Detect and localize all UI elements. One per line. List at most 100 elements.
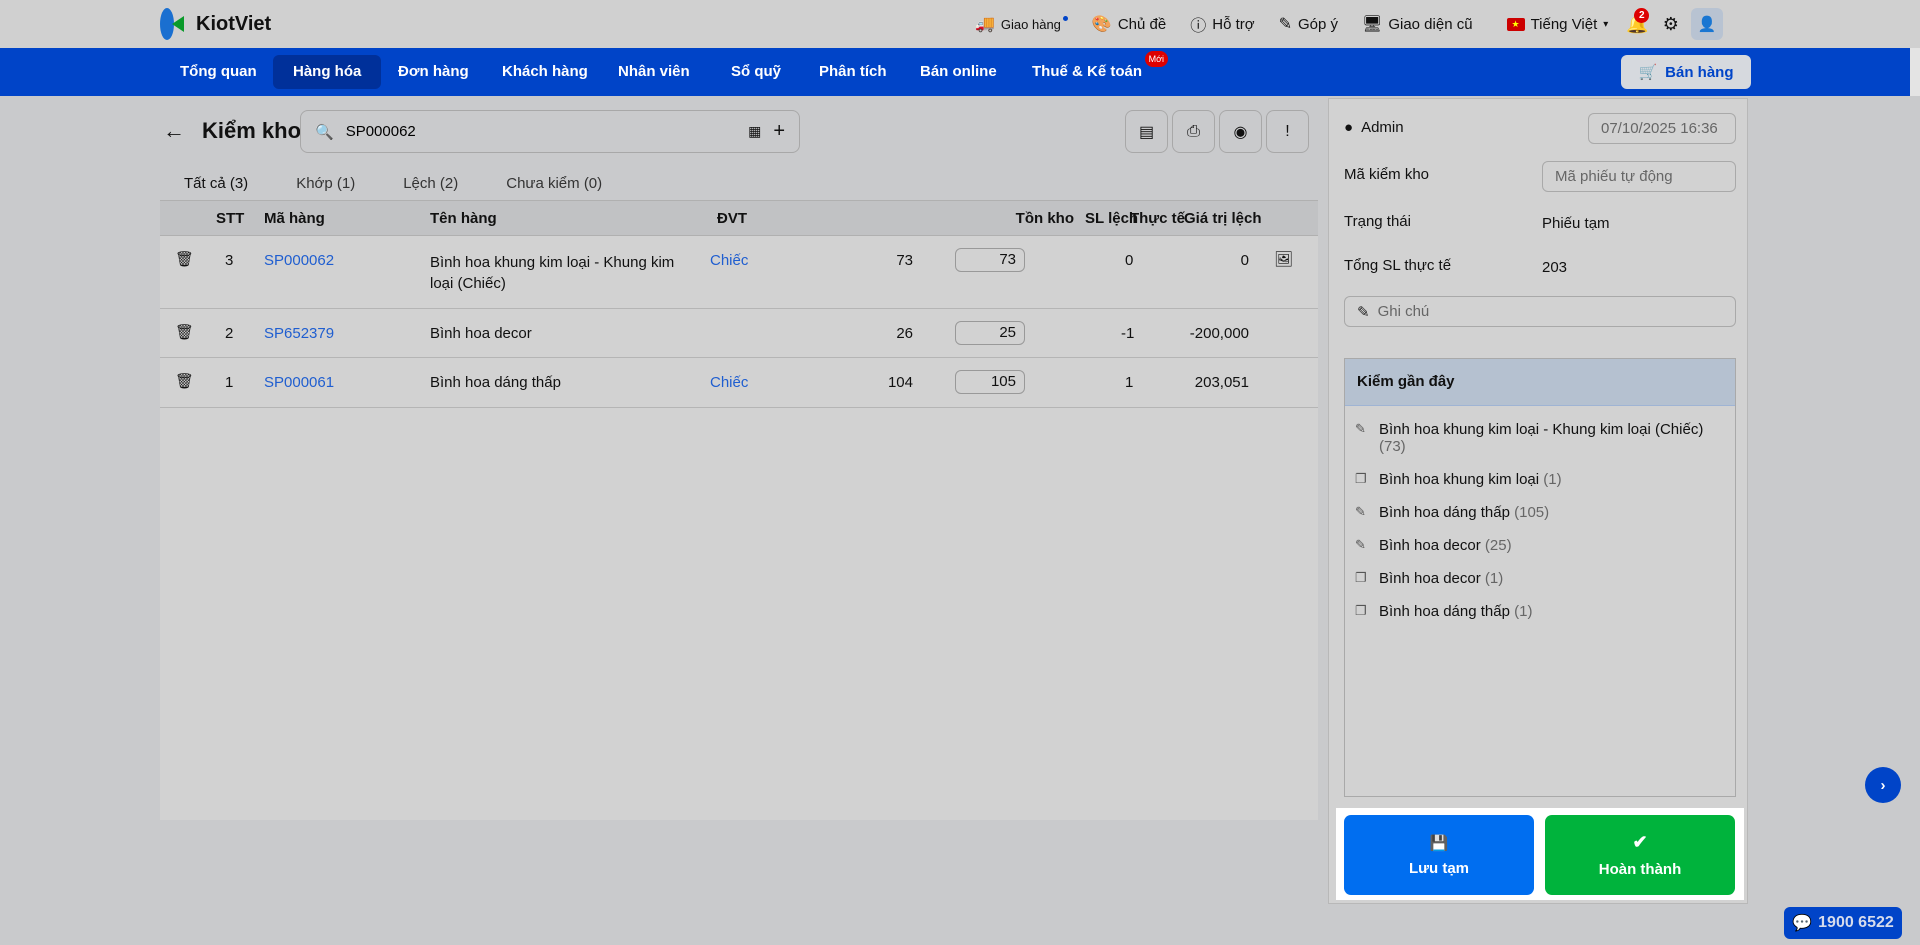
save-draft-button[interactable]: 💾 Lưu tạm [1344,815,1534,895]
table-row: 🗑 2 SP652379 Bình hoa decor 26 25 -1 -20… [160,309,1318,358]
col-diff-value: Giá trị lệch [1184,210,1262,227]
header-tools: 🚚 Giao hàng 🎨 Chủ đề ⓘ Hỗ trợ ✎ Góp ý 🖥 Giao … [975,0,1723,48]
image-icon[interactable]: 🖼 [1274,250,1293,268]
note-input[interactable]: ✎ Ghi chú [1344,296,1736,327]
col-unit: ĐVT [717,210,747,227]
nav-orders[interactable]: Đơn hàng [378,55,489,89]
tab-mismatched[interactable]: Lệch (2) [379,172,482,202]
row-code[interactable]: SP000062 [264,252,334,269]
recent-item[interactable]: ✎ Bình hoa khung kim loại - Khung kim loạ… [1355,421,1725,455]
theme-link[interactable]: 🎨 Chủ đề [1092,14,1166,34]
col-diff: SL lệch [1085,210,1139,227]
scrollbar[interactable] [1910,48,1920,96]
complete-label: Hoàn thành [1598,861,1682,878]
recent-item[interactable]: ❐ Bình hoa dáng thấp (1) [1355,603,1725,620]
old-ui-link[interactable]: 🖥 Giao diện cũ [1362,14,1473,34]
row-unit[interactable]: Chiếc [710,374,748,391]
palette-icon: 🎨 [1091,16,1112,33]
row-stt: 3 [225,252,234,269]
col-code: Mã hàng [264,210,325,227]
barcode-scan-button[interactable]: ▤ [1125,110,1168,153]
row-diff: 0 [1125,252,1134,269]
notifications-button[interactable]: 🔔 2 [1626,7,1650,35]
recent-item-count: (1) [1514,603,1533,620]
delivery-link[interactable]: 🚚 Giao hàng [975,14,1068,34]
nav-cashbook[interactable]: Sổ quỹ [711,55,801,89]
actual-qty-input[interactable]: 73 [955,248,1025,272]
tab-unchecked[interactable]: Chưa kiểm (0) [482,172,626,202]
user-name: Admin [1361,119,1404,136]
recent-item[interactable]: ✎ Bình hoa dáng thấp (105) [1355,504,1725,521]
nav-analytics[interactable]: Phân tích [799,55,907,89]
datetime-field[interactable]: 07/10/2025 16:36 [1588,113,1736,144]
print-button[interactable]: ⎙ [1172,110,1215,153]
kiotviet-logo[interactable]: KiotViet [160,8,271,40]
row-stock: 104 [887,374,913,391]
search-input[interactable] [345,123,737,140]
nav-products[interactable]: Hàng hóa [273,55,382,89]
code-input[interactable]: Mã phiếu tự động [1542,161,1736,192]
nav-tax-label: Thuế & Kế toán [1032,63,1143,80]
trash-icon[interactable]: 🗑 [175,323,194,341]
user-avatar[interactable]: 👤 [1690,8,1723,40]
recent-item[interactable]: ❐ Bình hoa decor (1) [1355,570,1725,587]
user-circle-icon: ● [1344,119,1354,136]
total-value: 203 [1542,259,1568,276]
page-title: Kiểm kho [202,118,302,143]
nav-overview[interactable]: Tổng quan [160,55,277,89]
settings-button[interactable]: ⚙ [1663,14,1679,35]
row-unit[interactable]: Chiếc [710,252,748,269]
info-button[interactable]: ! [1266,110,1309,153]
recent-item-count: (105) [1514,504,1550,521]
sell-button[interactable]: 🛒 Bán hàng [1621,55,1751,89]
actual-qty-input[interactable]: 105 [955,370,1025,394]
trash-icon[interactable]: 🗑 [175,372,194,390]
eye-icon: ◉ [1233,123,1248,141]
view-button[interactable]: ◉ [1219,110,1262,153]
copy-icon: ❐ [1355,603,1367,618]
table-header: STT Mã hàng Tên hàng ĐVT Tồn kho Thực tế… [160,200,1318,236]
expand-chevron-button[interactable]: › [1865,767,1901,803]
add-icon[interactable]: + [773,120,785,143]
barcode-scanner-icon: ▤ [1138,123,1155,141]
top-header: KiotViet 🚚 Giao hàng 🎨 Chủ đề ⓘ Hỗ trợ ✎ Góp… [0,0,1920,48]
pencil-icon: ✎ [1355,537,1366,552]
language-select[interactable]: ★ Tiếng Việt ▾ [1506,16,1608,33]
actual-qty-input[interactable]: 25 [955,321,1025,345]
product-search: 🔍 ▦ + [300,110,800,153]
hotline-button[interactable]: 💬 1900 6522 [1784,907,1902,939]
row-diff-value: -200,000 [1189,325,1249,342]
trash-icon[interactable]: 🗑 [175,250,194,268]
pencil-icon: ✎ [1357,303,1370,321]
complete-button[interactable]: ✔ Hoàn thành [1545,815,1735,895]
grid-icon[interactable]: ▦ [748,123,761,140]
gear-icon: ⚙ [1662,13,1679,34]
printer-icon: ⎙ [1187,122,1200,140]
support-link[interactable]: ⓘ Hỗ trợ [1190,12,1254,36]
support-label: Hỗ trợ [1212,15,1255,33]
recent-checks: Kiểm gần đây ✎ Bình hoa khung kim loại - … [1344,358,1736,797]
row-name: Bình hoa decor [430,325,532,342]
nav-tax-accounting[interactable]: Thuế & Kế toán Mới [1012,51,1169,89]
tab-all[interactable]: Tất cả (3) [160,172,273,202]
user-info: ● Admin [1344,119,1404,136]
recent-item-name: Bình hoa dáng thấp [1379,504,1510,521]
recent-item-count: (73) [1379,438,1406,455]
recent-item-count: (1) [1484,570,1504,587]
logo-mark-icon [160,8,190,40]
tab-matched[interactable]: Khớp (1) [272,172,379,202]
nav-staff[interactable]: Nhân viên [598,55,710,89]
recent-item[interactable]: ❐ Bình hoa khung kim loại (1) [1355,471,1725,488]
delivery-label: Giao hàng [1000,16,1061,32]
nav-online-sales[interactable]: Bán online [900,55,1017,89]
feedback-link[interactable]: ✎ Góp ý [1279,14,1338,34]
row-code[interactable]: SP000061 [264,374,334,391]
row-diff-value: 203,051 [1194,374,1249,391]
recent-item-name: Bình hoa khung kim loại - Khung kim loại… [1379,421,1704,438]
back-arrow-icon[interactable]: ← [163,118,185,144]
row-code[interactable]: SP652379 [264,325,334,342]
search-icon: 🔍 [315,123,334,141]
nav-customers[interactable]: Khách hàng [482,55,608,89]
theme-label: Chủ đề [1117,15,1167,33]
recent-item[interactable]: ✎ Bình hoa decor (25) [1355,537,1725,554]
